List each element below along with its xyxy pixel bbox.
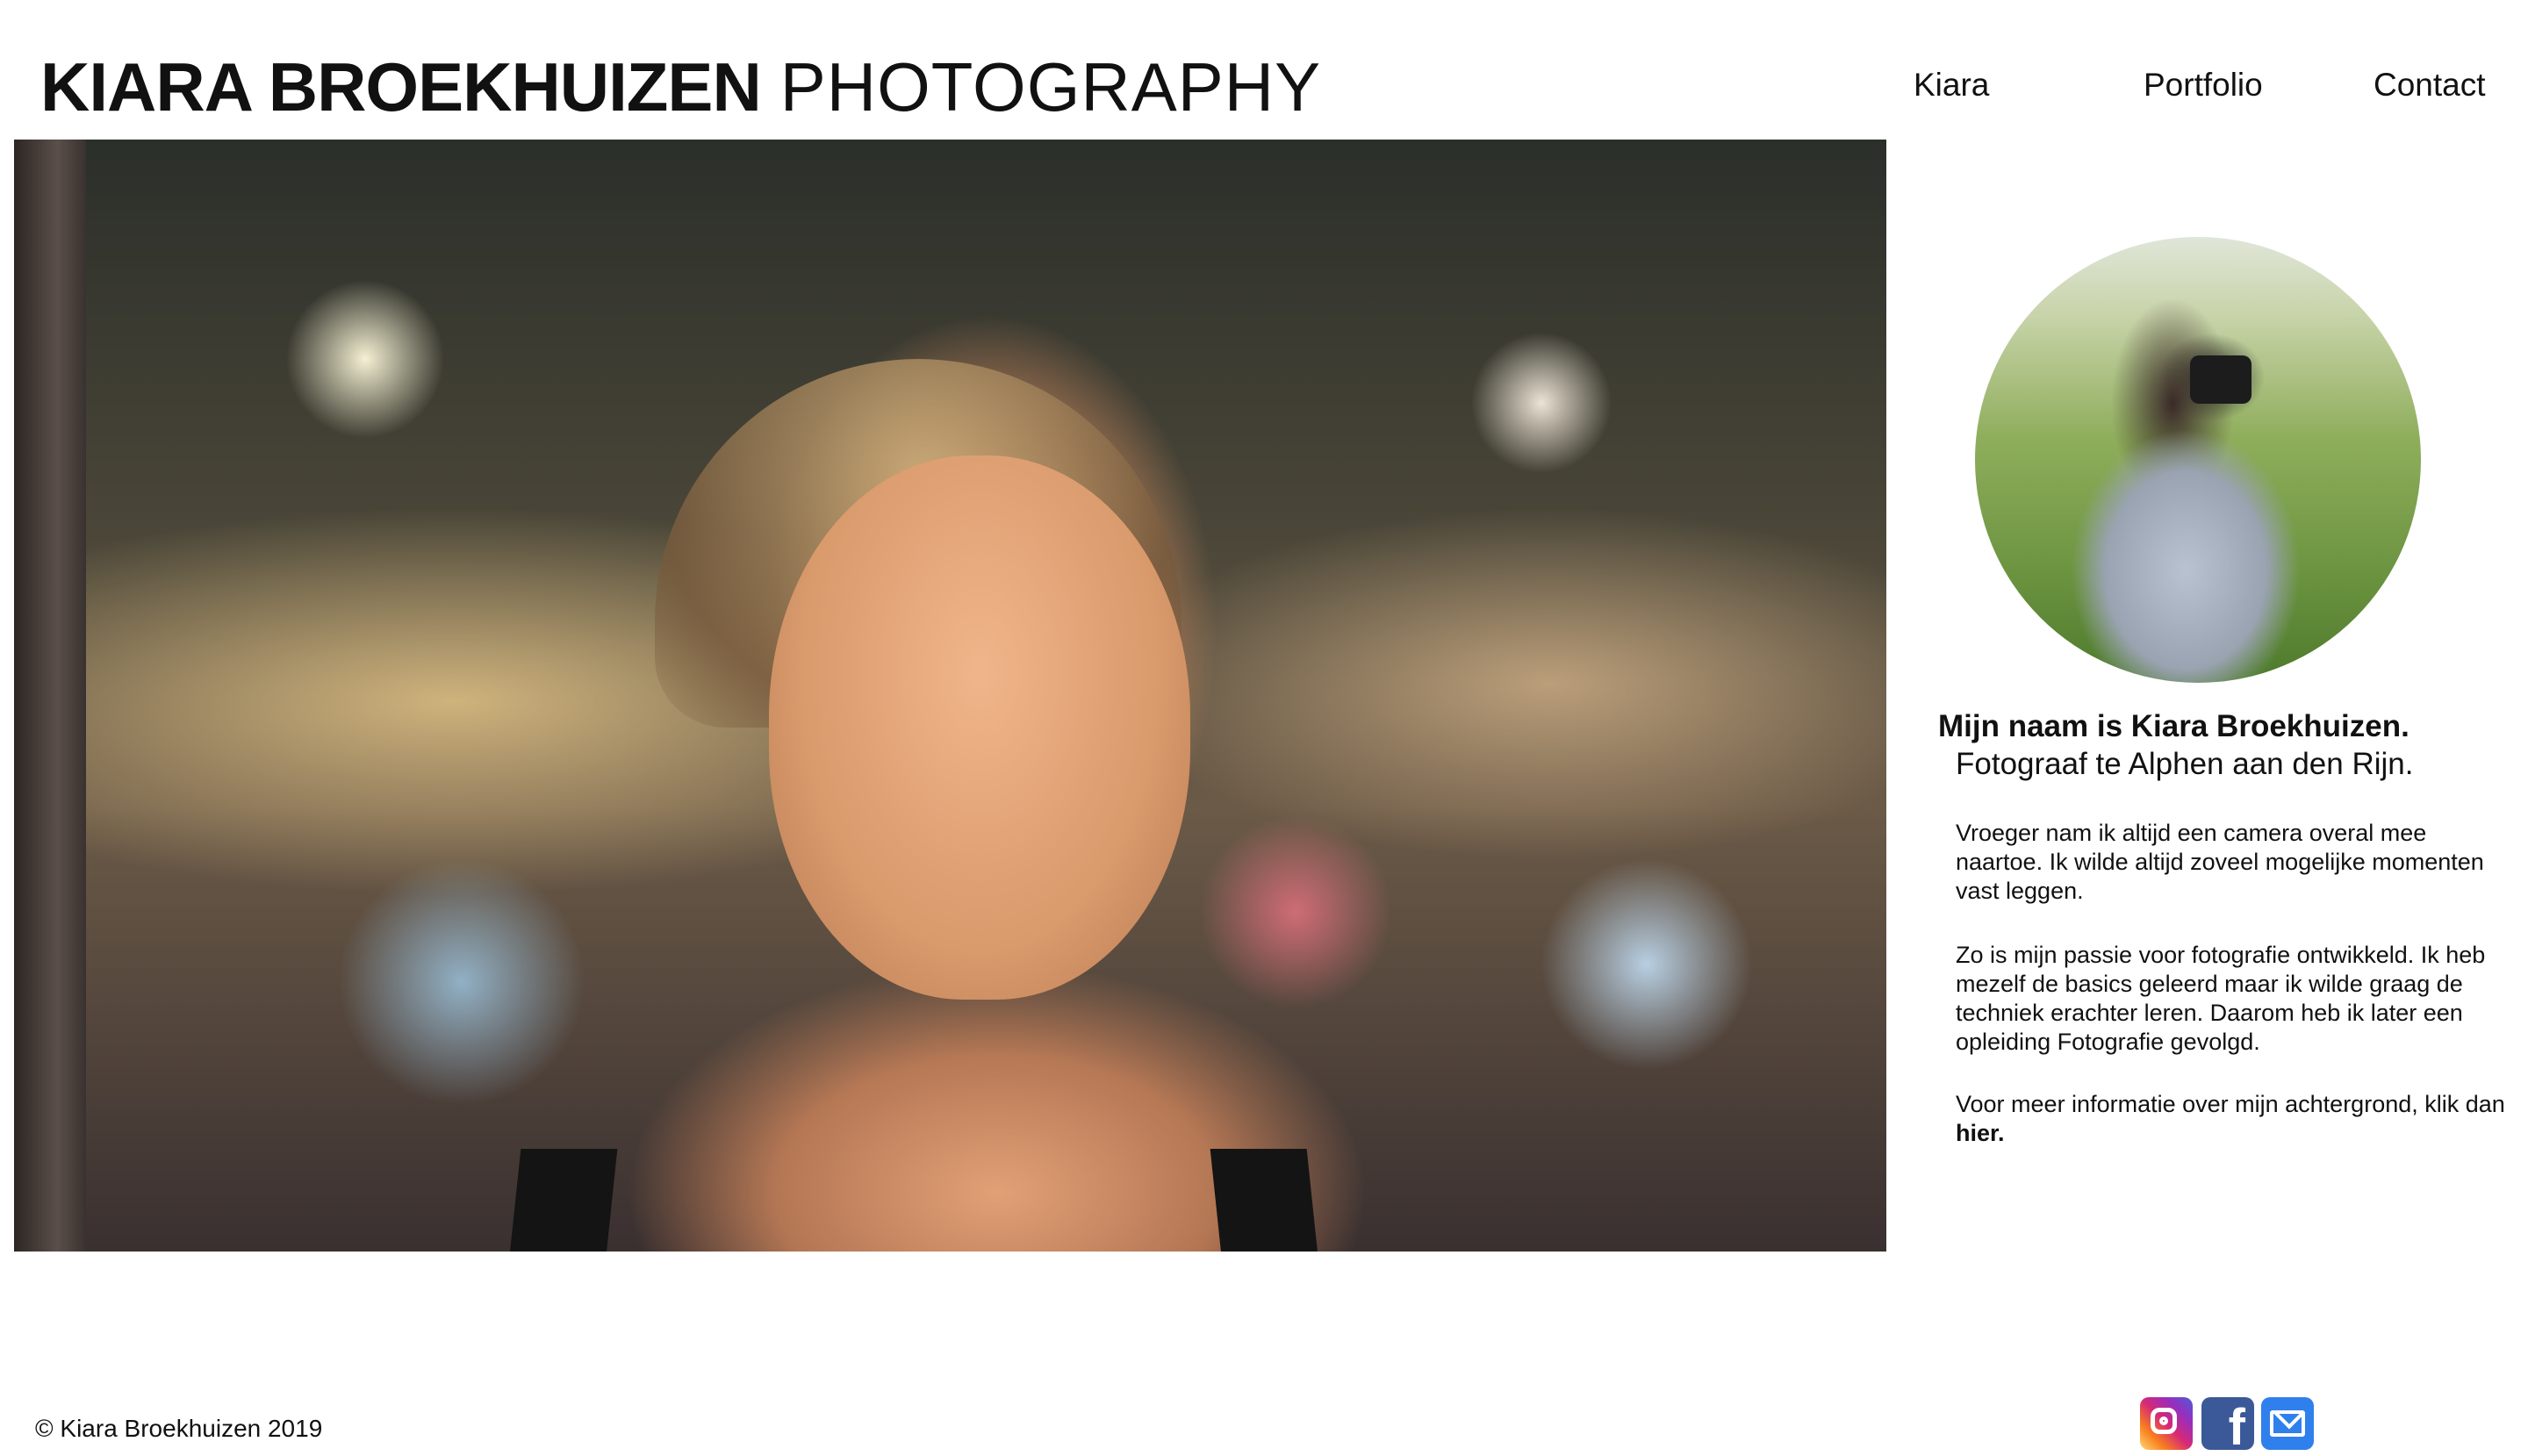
nav-portfolio[interactable]: Portfolio bbox=[2144, 67, 2263, 104]
about-paragraph-2: Zo is mijn passie voor fotografie ontwik… bbox=[1956, 942, 2486, 1055]
facebook-icon[interactable]: f bbox=[2201, 1397, 2254, 1456]
about-subtitle: Fotograaf te Alphen aan den Rijn. bbox=[1956, 747, 2414, 781]
hero-top-strap-right bbox=[1210, 1149, 1320, 1252]
more-info-link[interactable]: hier. bbox=[1956, 1120, 2005, 1146]
logo-name: KIARA BROEKHUIZEN bbox=[40, 48, 762, 126]
facebook-glyph: f bbox=[2228, 1399, 2245, 1456]
nav-kiara[interactable]: Kiara bbox=[1914, 67, 1989, 104]
profile-avatar bbox=[1975, 237, 2421, 683]
about-title: Mijn naam is Kiara Broekhuizen. bbox=[1938, 709, 2410, 743]
camera-shape bbox=[2190, 355, 2252, 404]
instagram-glyph bbox=[2151, 1408, 2177, 1434]
hero-image-edge bbox=[14, 140, 86, 1252]
about-paragraph-1: Vroeger nam ik altijd een camera overal … bbox=[1956, 820, 2484, 904]
hero-face-shape bbox=[769, 455, 1190, 1000]
hero-top-strap-left bbox=[507, 1149, 618, 1252]
about-paragraph-3: Voor meer informatie over mijn achtergro… bbox=[1956, 1090, 2509, 1148]
site-logo[interactable]: KIARA BROEKHUIZEN PHOTOGRAPHY bbox=[40, 49, 1321, 125]
mail-glyph bbox=[2270, 1410, 2305, 1437]
mail-icon[interactable] bbox=[2261, 1397, 2314, 1450]
instagram-icon[interactable] bbox=[2140, 1397, 2193, 1450]
about-paragraph-3-text: Voor meer informatie over mijn achtergro… bbox=[1956, 1091, 2505, 1117]
hero-portrait-image bbox=[14, 140, 1886, 1252]
logo-tagline: PHOTOGRAPHY bbox=[779, 48, 1322, 126]
copyright-text: © Kiara Broekhuizen 2019 bbox=[35, 1415, 323, 1442]
nav-contact[interactable]: Contact bbox=[2374, 67, 2486, 104]
